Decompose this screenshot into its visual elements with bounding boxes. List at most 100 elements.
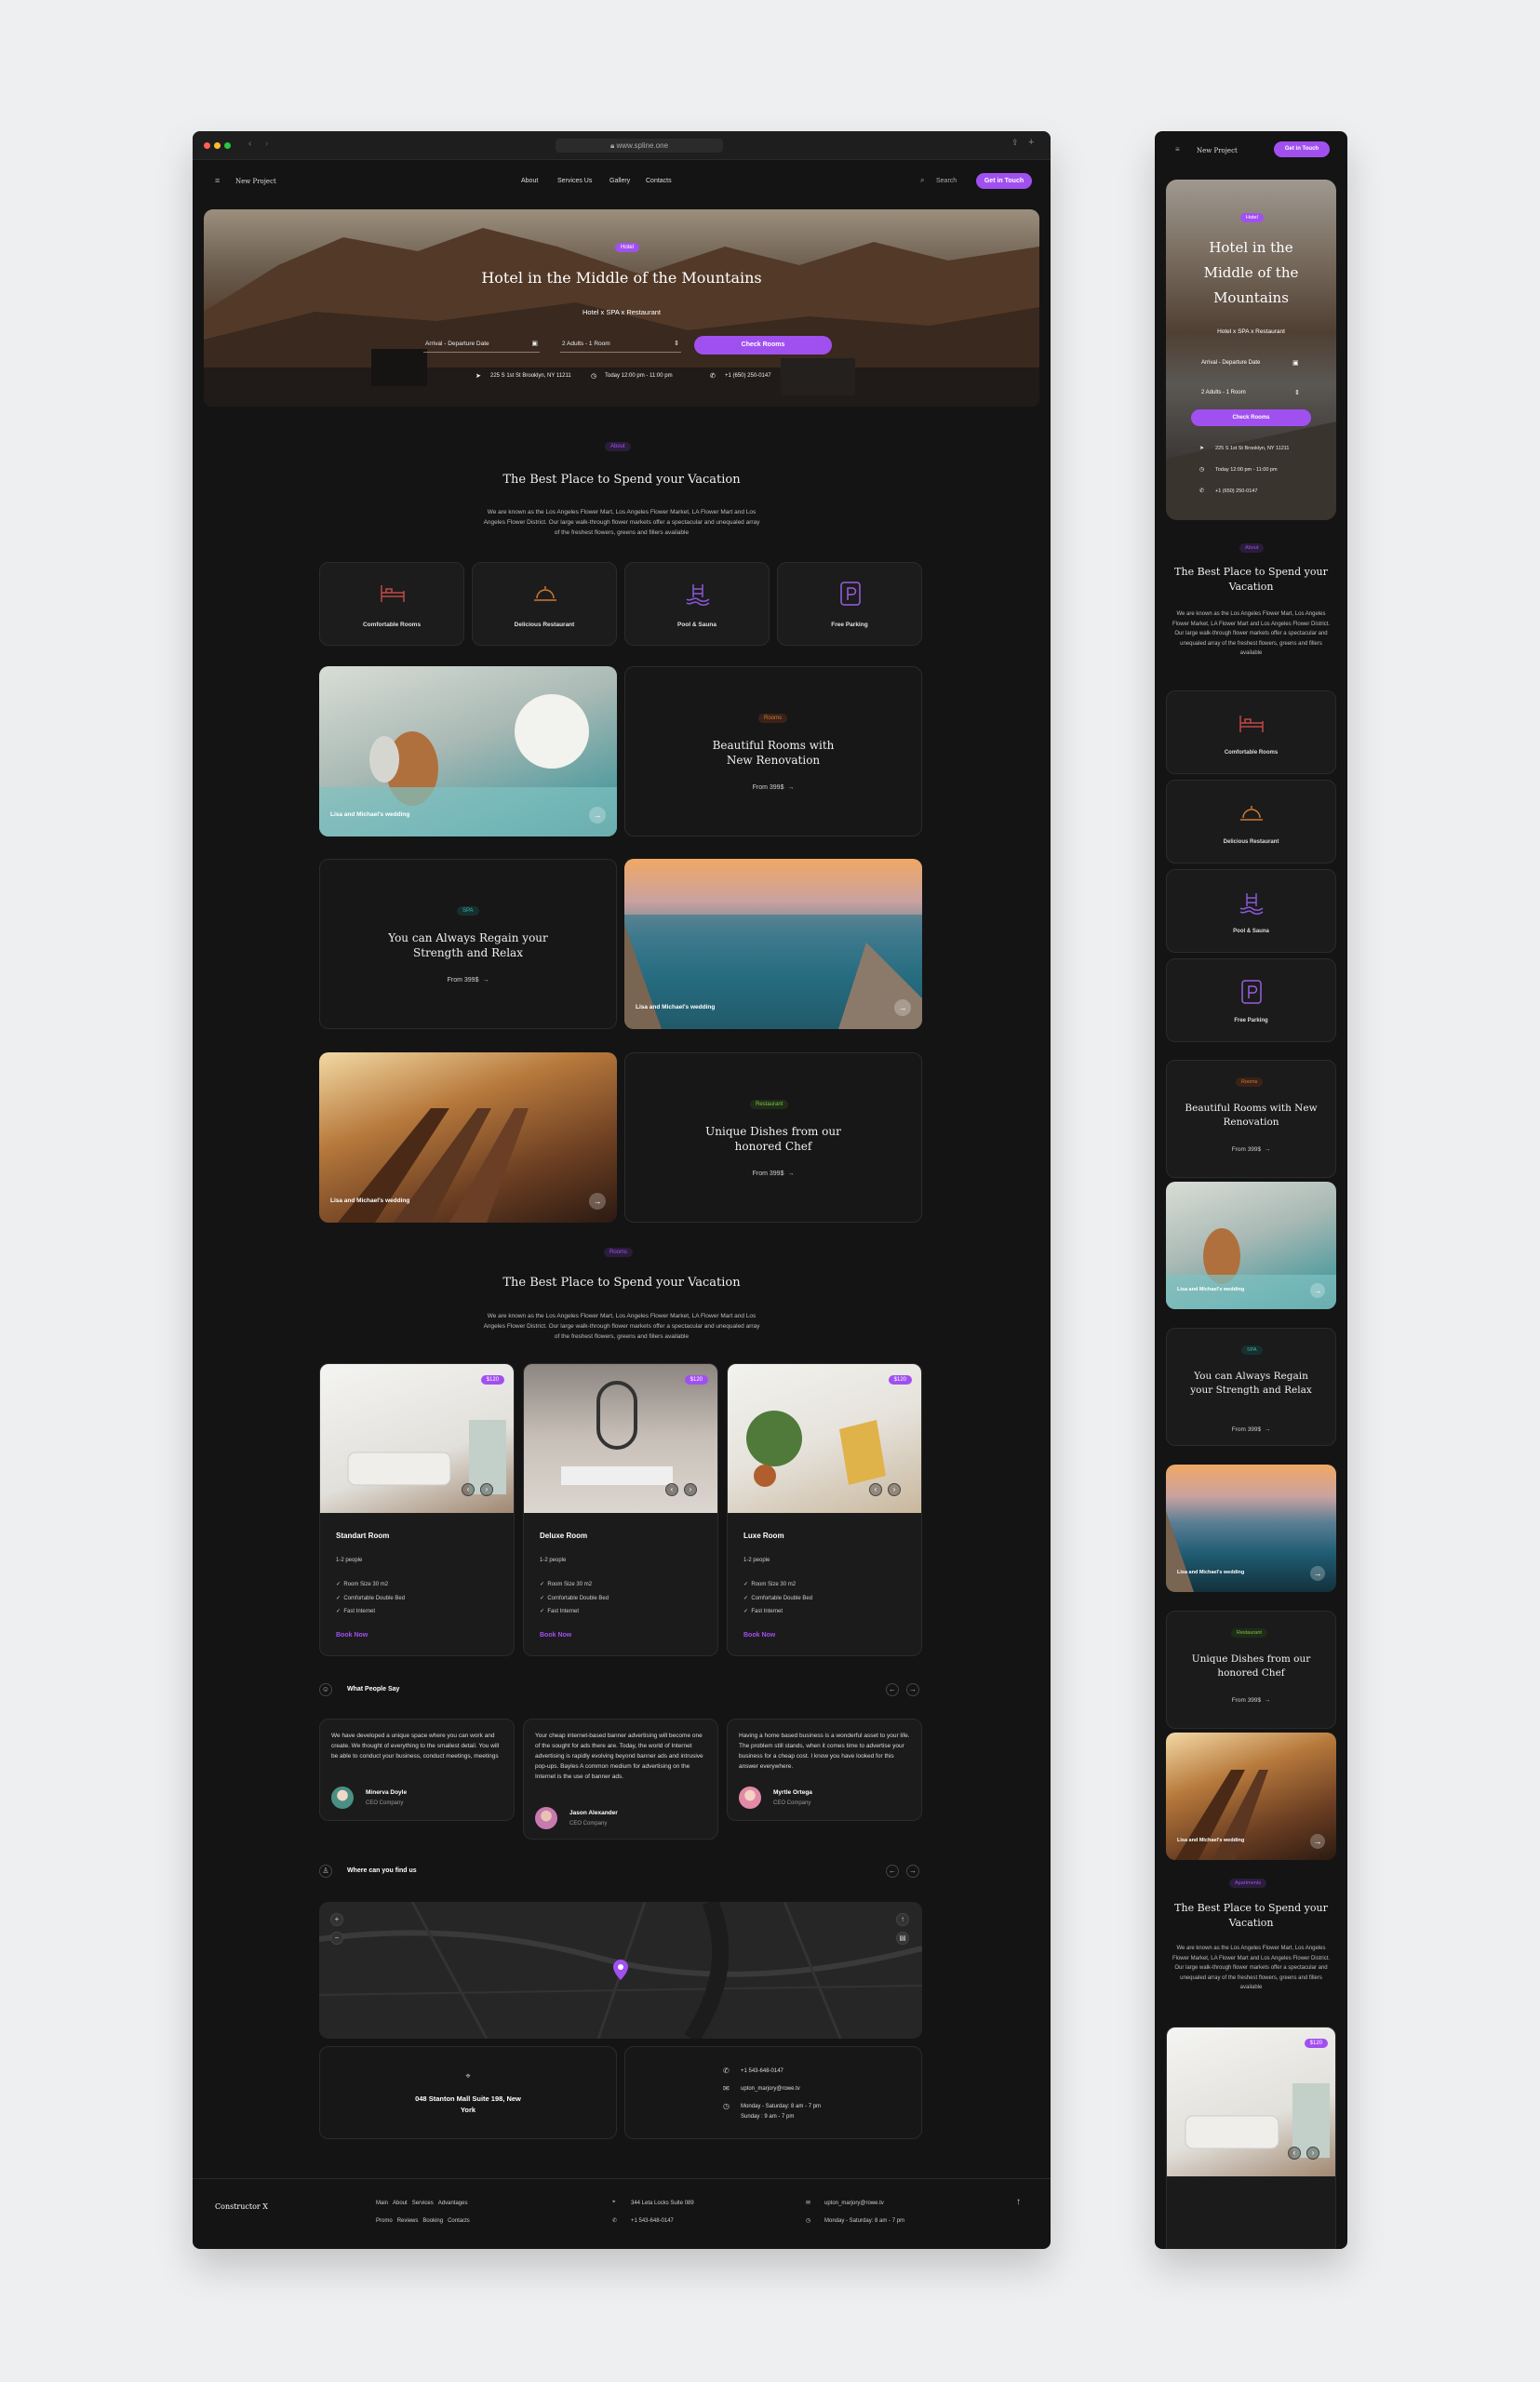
search-icon[interactable]: ⌕ [920, 176, 924, 185]
arrow-right-icon[interactable]: → [589, 1193, 606, 1210]
minimize-window-dot[interactable] [214, 142, 221, 149]
arrow-right-icon[interactable]: › [684, 1483, 697, 1496]
arrow-right-icon[interactable]: › [888, 1483, 901, 1496]
arrow-right-icon[interactable]: → [906, 1683, 919, 1696]
footer-link-services[interactable]: Services [412, 2201, 434, 2206]
rooms-price-link[interactable]: From 399$ → [625, 784, 921, 791]
footer-link-booking[interactable]: Booking [422, 2218, 443, 2224]
search-label[interactable]: Search [936, 178, 957, 184]
pool-photo[interactable]: Lisa and Michael's wedding → [624, 859, 922, 1029]
arrow-left-icon[interactable]: ‹ [462, 1483, 475, 1496]
map[interactable]: + − ↑ ▤ [319, 1902, 922, 2039]
date-field-label[interactable]: Arrival - Departure Date [1201, 360, 1260, 366]
footer-link-promo[interactable]: Promo [376, 2218, 393, 2224]
date-picker-field[interactable]: Arrival - Departure Date ▣ [423, 338, 540, 353]
arrow-left-icon[interactable]: ← [886, 1865, 899, 1878]
arrow-right-icon[interactable]: → [589, 807, 606, 823]
spa-price-link[interactable]: From 399$ → [1167, 1426, 1335, 1433]
spa-price-link[interactable]: From 399$ → [320, 977, 616, 984]
feature-label-pool: Pool & Sauna [677, 622, 716, 628]
nav-link-contacts[interactable]: Contacts [646, 178, 672, 184]
get-in-touch-button[interactable]: Get in Touch [976, 173, 1032, 189]
check-rooms-button[interactable]: Check Rooms [1191, 409, 1311, 426]
arrow-right-icon[interactable]: › [1306, 2147, 1319, 2160]
feature-card-pool[interactable]: Pool & Sauna [624, 562, 770, 646]
rooms-price-link[interactable]: From 399$ → [1167, 1146, 1335, 1153]
arrow-right-icon[interactable]: → [894, 999, 911, 1016]
contact-email[interactable]: upton_marjory@rowe.tv [741, 2086, 800, 2092]
map-pin-icon[interactable] [613, 1960, 628, 1980]
guests-select[interactable]: 2 Adults - 1 Room ⇕ [560, 338, 681, 353]
nav-link-gallery[interactable]: Gallery [609, 178, 630, 184]
feature-card-parking[interactable]: Free Parking [1166, 958, 1336, 1042]
room-feature: Room Size 30 m2 [547, 1582, 593, 1587]
restaurant-price-link[interactable]: From 399$ → [625, 1171, 921, 1177]
nav-link-about[interactable]: About [521, 178, 538, 184]
book-now-link[interactable]: Book Now [336, 1632, 368, 1639]
feature-card-rooms[interactable]: Comfortable Rooms [1166, 690, 1336, 774]
footer-link-about[interactable]: About [393, 2201, 408, 2206]
arrow-right-icon[interactable]: → [1310, 1283, 1325, 1298]
menu-icon[interactable]: ≡ [215, 176, 220, 185]
footer-link-main[interactable]: Main [376, 2201, 388, 2206]
footer-email[interactable]: upton_marjory@rowe.tv [824, 2201, 884, 2206]
room-feature: Comfortable Double Bed [343, 1596, 406, 1601]
footer-phone[interactable]: +1 543-648-0147 [631, 2218, 674, 2224]
pool-photo[interactable]: Lisa and Michael's wedding → [1166, 1465, 1336, 1592]
arrow-right-icon[interactable]: → [906, 1865, 919, 1878]
footer-link-reviews[interactable]: Reviews [397, 2218, 419, 2224]
feature-card-pool[interactable]: Pool & Sauna [1166, 869, 1336, 953]
rooms-photo[interactable]: Lisa and Michael's wedding → [319, 666, 617, 836]
bed-icon [1239, 716, 1264, 732]
contact-phone[interactable]: +1 543-648-0147 [741, 2068, 783, 2074]
compass-icon[interactable]: ↑ [896, 1913, 909, 1926]
zoom-out-icon[interactable]: − [330, 1932, 343, 1945]
close-window-dot[interactable] [204, 142, 210, 149]
book-now-link[interactable]: Book Now [540, 1632, 571, 1639]
restaurant-price-link[interactable]: From 399$ → [1167, 1697, 1335, 1704]
get-in-touch-button[interactable]: Get in Touch [1274, 141, 1330, 157]
arrow-left-icon[interactable]: ‹ [665, 1483, 678, 1496]
feature-label-restaurant: Delicious Restaurant [514, 622, 575, 628]
hero-chip: Hotel [1240, 213, 1264, 222]
apartments-title: The Best Place to Spend your Vacation [502, 1276, 741, 1290]
phone-icon: ✆ [723, 2067, 730, 2075]
forward-arrow-icon[interactable]: › [265, 139, 268, 149]
phone-icon: ✆ [612, 2218, 618, 2224]
arrow-right-icon[interactable]: → [1310, 1834, 1325, 1849]
menu-icon[interactable]: ≡ [1175, 145, 1180, 154]
feature-card-rooms[interactable]: Comfortable Rooms [319, 562, 464, 646]
feature-card-restaurant[interactable]: Delicious Restaurant [1166, 780, 1336, 863]
back-arrow-icon[interactable]: ‹ [248, 139, 251, 149]
footer-link-advantages[interactable]: Advantages [438, 2201, 468, 2206]
url-bar[interactable]: 🔒︎ www.spline.one [556, 139, 723, 153]
feature-card-parking[interactable]: Free Parking [777, 562, 922, 646]
scroll-top-icon[interactable]: ↑ [1016, 2197, 1021, 2207]
maximize-window-dot[interactable] [224, 142, 231, 149]
arrow-left-icon[interactable]: ← [886, 1683, 899, 1696]
author-name: Minerva Doyle [366, 1789, 408, 1796]
cloche-icon [1240, 806, 1263, 821]
footer-link-contacts[interactable]: Contacts [448, 2218, 470, 2224]
feature-card-restaurant[interactable]: Delicious Restaurant [472, 562, 617, 646]
restaurant-photo[interactable]: Lisa and Michael's wedding → [1166, 1733, 1336, 1860]
updown-chevron-icon: ⇕ [1294, 390, 1300, 396]
arrow-right-icon[interactable]: → [1310, 1566, 1325, 1581]
room-feature: Room Size 30 m2 [751, 1582, 797, 1587]
book-now-link[interactable]: Book Now [743, 1632, 775, 1639]
guests-label[interactable]: 2 Adults - 1 Room [1201, 390, 1246, 395]
price-badge: $120 [1304, 2039, 1328, 2048]
share-icon[interactable]: ⇪ [1011, 138, 1019, 148]
restaurant-photo[interactable]: Lisa and Michael's wedding → [319, 1052, 617, 1223]
check-rooms-button[interactable]: Check Rooms [694, 336, 832, 355]
arrow-left-icon[interactable]: ‹ [1288, 2147, 1301, 2160]
new-tab-icon[interactable]: + [1028, 137, 1034, 148]
layers-icon[interactable]: ▤ [896, 1932, 909, 1945]
arrow-right-icon[interactable]: › [480, 1483, 493, 1496]
room-feature: Room Size 30 m2 [343, 1582, 389, 1587]
zoom-in-icon[interactable]: + [330, 1913, 343, 1926]
calendar-icon: ▣ [1292, 360, 1299, 367]
nav-link-services[interactable]: Services Us [557, 178, 592, 184]
arrow-left-icon[interactable]: ‹ [869, 1483, 882, 1496]
rooms-photo[interactable]: Lisa and Michael's wedding → [1166, 1182, 1336, 1309]
